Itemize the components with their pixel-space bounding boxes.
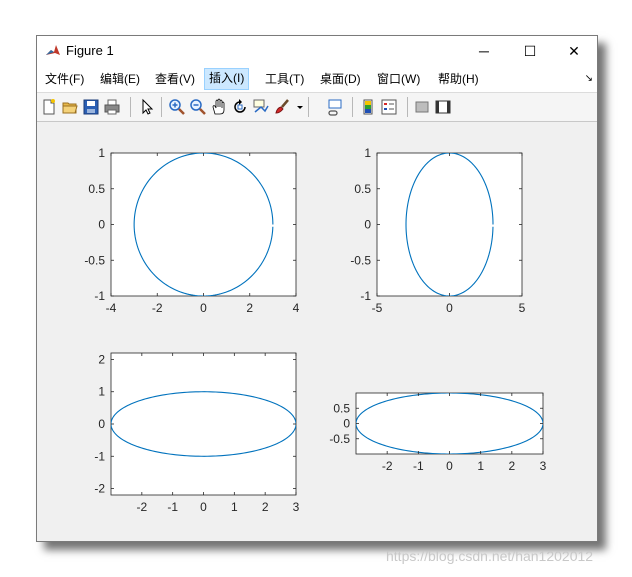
x-tick-label: 3 (293, 500, 300, 514)
x-tick-label: 0 (200, 301, 207, 315)
x-tick-label: -2 (136, 500, 147, 514)
subplot-grid: -4 -2 0 2 410.50-0.5-1-5 0 510.50-0.5-1-2 -1 0 1 2… (84, 146, 547, 514)
figure-window: Figure 1 ─ ☐ ✕ 文件(F) 编辑(E) 查看(V) 插入(I) 工… (36, 35, 598, 542)
subplot-4[interactable]: -2 -1 0 1 2 30.50-0.5 (329, 392, 547, 473)
toolbar-separator (407, 97, 408, 117)
menu-help[interactable]: 帮助(H) (434, 69, 483, 89)
save-icon[interactable] (82, 98, 100, 116)
dock-arrow-icon[interactable]: ↘ (585, 73, 593, 84)
rotate-3d-icon[interactable] (231, 98, 249, 116)
zoom-out-icon[interactable] (189, 98, 207, 116)
data-cursor-icon[interactable] (252, 98, 270, 116)
y-tick-label: 1 (98, 385, 105, 399)
menu-file[interactable]: 文件(F) (41, 69, 88, 89)
y-tick-label: 0 (343, 417, 350, 431)
y-tick-label: -2 (94, 482, 105, 496)
x-tick-label: 1 (477, 459, 484, 473)
y-tick-label: 1 (98, 146, 105, 160)
brush-icon[interactable] (273, 98, 291, 116)
x-tick-label: 2 (262, 500, 269, 514)
x-tick-label: -2 (152, 301, 163, 315)
y-tick-label: -1 (94, 289, 105, 303)
zoom-in-icon[interactable] (168, 98, 186, 116)
x-tick-label: -5 (372, 301, 383, 315)
hide-plot-tools-icon[interactable] (413, 98, 431, 116)
colorbar-icon[interactable] (359, 98, 377, 116)
show-plot-tools-icon[interactable] (434, 98, 452, 116)
y-tick-label: -0.5 (329, 432, 350, 446)
toolbar-separator (161, 97, 162, 117)
window-title: Figure 1 (66, 43, 114, 58)
y-tick-label: -1 (94, 449, 105, 463)
menu-view[interactable]: 查看(V) (151, 69, 199, 89)
menu-insert[interactable]: 插入(I) (204, 68, 250, 90)
toolbar-separator (130, 97, 131, 117)
subplot-2[interactable]: -5 0 5 1 0.5 0 -0.5 -1 (350, 146, 525, 315)
pan-hand-icon[interactable] (210, 98, 228, 116)
print-icon[interactable] (103, 98, 121, 116)
link-plot-icon[interactable] (326, 98, 344, 116)
x-tick-label: 5 (519, 301, 526, 315)
x-tick-label: 0 (446, 301, 453, 315)
brush-dropdown-icon[interactable] (291, 98, 303, 116)
x-tick-label: 2 (246, 301, 253, 315)
axes-box (110, 352, 297, 496)
new-figure-icon[interactable] (40, 98, 58, 116)
y-tick-label: 0 (98, 417, 105, 431)
watermark-text: https://blog.csdn.net/han1202012 (386, 548, 594, 564)
x-tick-label: 4 (293, 301, 300, 315)
y-tick-label: -0.5 (350, 253, 371, 267)
x-tick-label: -2 (382, 459, 393, 473)
x-tick-label: 3 (540, 459, 547, 473)
y-tick-label: 0 (364, 218, 371, 232)
y-tick-label: 0 (98, 218, 105, 232)
menu-bar: 文件(F) 编辑(E) 查看(V) 插入(I) 工具(T) 桌面(D) 窗口(W… (37, 66, 597, 92)
menu-edit[interactable]: 编辑(E) (96, 69, 144, 89)
maximize-button[interactable]: ☐ (507, 36, 553, 66)
x-tick-label: 0 (446, 459, 453, 473)
subplot-3[interactable]: -2 -1 0 1 2 3 2 1 0 -1 -2 (94, 352, 299, 514)
close-button[interactable]: ✕ (551, 36, 597, 66)
toolbar-separator (352, 97, 353, 117)
axes-box (376, 152, 523, 297)
menu-window[interactable]: 窗口(W) (373, 69, 424, 89)
axes-box (110, 152, 297, 297)
x-tick-label: 2 (508, 459, 515, 473)
figure-canvas[interactable]: -4 -2 0 2 4 1 0.5 0 -0.5 -1 -5 0 5 1 0.5 0 -0.5 -1 -2 -1 0 1 2… (37, 122, 597, 541)
y-tick-label: 0.5 (333, 401, 350, 415)
x-tick-label: -1 (167, 500, 178, 514)
toolbar-separator (308, 97, 309, 117)
minimize-button[interactable]: ─ (461, 36, 507, 66)
menu-tools[interactable]: 工具(T) (261, 69, 308, 89)
y-tick-label: -1 (360, 289, 371, 303)
x-tick-label: 1 (231, 500, 238, 514)
subplot-1[interactable]: -4 -2 0 2 4 1 0.5 0 -0.5 -1 (84, 146, 299, 315)
y-tick-label: -0.5 (84, 253, 105, 267)
figure-toolbar (37, 92, 597, 122)
legend-icon[interactable] (380, 98, 398, 116)
title-bar[interactable]: Figure 1 ─ ☐ ✕ (37, 36, 597, 66)
y-tick-label: 2 (98, 352, 105, 366)
menu-desktop[interactable]: 桌面(D) (316, 69, 365, 89)
y-tick-label: 0.5 (354, 182, 371, 196)
x-tick-label: -1 (413, 459, 424, 473)
open-file-icon[interactable] (61, 98, 79, 116)
edit-plot-arrow-icon[interactable] (138, 98, 156, 116)
matlab-logo-icon (45, 43, 61, 59)
y-tick-label: 0.5 (88, 182, 105, 196)
x-tick-label: -4 (106, 301, 117, 315)
x-tick-label: 0 (200, 500, 207, 514)
y-tick-label: 1 (364, 146, 371, 160)
